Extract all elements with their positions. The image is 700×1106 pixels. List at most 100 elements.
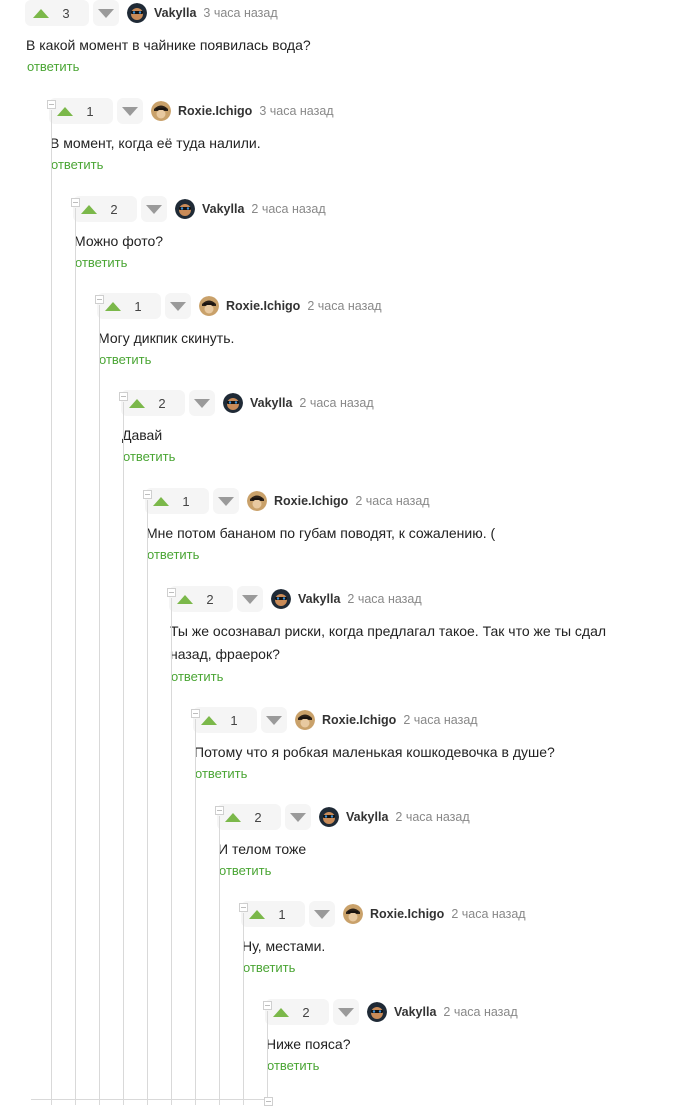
reply-link[interactable]: ответить [51, 157, 103, 172]
author-name[interactable]: Vakylla [154, 6, 196, 20]
author-name[interactable]: Vakylla [298, 592, 340, 606]
comment-meta: 2 Vakylla 2 часа назад [217, 804, 470, 830]
avatar[interactable] [175, 199, 195, 219]
author-name[interactable]: Roxie.Ichigo [274, 494, 348, 508]
downvote-button[interactable] [309, 901, 335, 927]
upvote-icon[interactable] [57, 106, 73, 116]
comment-meta: 1 Roxie.Ichigo 2 часа назад [241, 901, 526, 927]
author-name[interactable]: Roxie.Ichigo [226, 299, 300, 313]
reply-link[interactable]: ответить [123, 449, 175, 464]
collapse-toggle-icon[interactable] [167, 588, 176, 597]
thread-line [31, 1099, 265, 1100]
score: 1 [278, 906, 286, 922]
reply-link[interactable]: ответить [147, 547, 199, 562]
author-name[interactable]: Roxie.Ichigo [178, 104, 252, 118]
comment-meta: 2 Vakylla 2 часа назад [169, 586, 422, 612]
vote-box: 1 [241, 901, 305, 927]
upvote-icon[interactable] [273, 1007, 289, 1017]
author-name[interactable]: Vakylla [394, 1005, 436, 1019]
reply-link[interactable]: ответить [267, 1058, 319, 1073]
downvote-button[interactable] [93, 0, 119, 26]
timestamp: 2 часа назад [451, 907, 526, 921]
avatar[interactable] [127, 3, 147, 23]
downvote-icon [290, 812, 306, 822]
collapse-toggle-icon[interactable] [119, 392, 128, 401]
avatar[interactable] [151, 101, 171, 121]
collapse-toggle-icon[interactable] [95, 295, 104, 304]
upvote-icon[interactable] [33, 8, 49, 18]
comment-text: Ну, местами. [242, 938, 326, 954]
downvote-button[interactable] [117, 98, 143, 124]
score: 1 [134, 298, 142, 314]
downvote-button[interactable] [237, 586, 263, 612]
reply-link[interactable]: ответить [195, 766, 247, 781]
downvote-button[interactable] [285, 804, 311, 830]
score: 1 [86, 103, 94, 119]
avatar[interactable] [295, 710, 315, 730]
reply-link[interactable]: ответить [75, 255, 127, 270]
timestamp: 3 часа назад [259, 104, 334, 118]
avatar[interactable] [343, 904, 363, 924]
downvote-button[interactable] [189, 390, 215, 416]
avatar[interactable] [223, 393, 243, 413]
upvote-icon[interactable] [201, 715, 217, 725]
comment-meta: 1 Roxie.Ichigo 2 часа назад [97, 293, 382, 319]
timestamp: 2 часа назад [299, 396, 374, 410]
comment-meta: 2 Vakylla 2 часа назад [121, 390, 374, 416]
thread-line [171, 598, 172, 1105]
timestamp: 2 часа назад [395, 810, 470, 824]
reply-link[interactable]: ответить [27, 59, 79, 74]
author-name[interactable]: Vakylla [346, 810, 388, 824]
avatar[interactable] [271, 589, 291, 609]
vote-box: 2 [169, 586, 233, 612]
reply-link[interactable]: ответить [171, 669, 223, 684]
timestamp: 2 часа назад [403, 713, 478, 727]
author-name[interactable]: Roxie.Ichigo [370, 907, 444, 921]
downvote-icon [266, 715, 282, 725]
downvote-button[interactable] [141, 196, 167, 222]
vote-box: 2 [121, 390, 185, 416]
collapse-toggle-icon[interactable] [47, 100, 56, 109]
timestamp: 3 часа назад [203, 6, 278, 20]
upvote-icon[interactable] [225, 812, 241, 822]
collapse-toggle-icon[interactable] [263, 1001, 272, 1010]
downvote-icon [146, 204, 162, 214]
upvote-icon[interactable] [129, 398, 145, 408]
downvote-button[interactable] [165, 293, 191, 319]
reply-link[interactable]: ответить [99, 352, 151, 367]
thread-line [219, 816, 220, 1105]
collapse-toggle-icon[interactable] [191, 709, 200, 718]
vote-box: 1 [97, 293, 161, 319]
comment-text: В момент, когда её туда налили. [50, 135, 261, 151]
vote-box: 1 [49, 98, 113, 124]
collapse-toggle-icon[interactable] [143, 490, 152, 499]
comment-meta: 2 Vakylla 2 часа назад [73, 196, 326, 222]
thread-line [243, 913, 244, 1105]
collapse-toggle-icon[interactable] [215, 806, 224, 815]
reply-link[interactable]: ответить [219, 863, 271, 878]
avatar[interactable] [319, 807, 339, 827]
author-name[interactable]: Vakylla [202, 202, 244, 216]
upvote-icon[interactable] [249, 909, 265, 919]
thread-line [75, 208, 76, 1105]
collapse-toggle-icon[interactable] [71, 198, 80, 207]
reply-link[interactable]: ответить [243, 960, 295, 975]
avatar[interactable] [247, 491, 267, 511]
downvote-button[interactable] [213, 488, 239, 514]
avatar[interactable] [367, 1002, 387, 1022]
vote-box: 1 [145, 488, 209, 514]
author-name[interactable]: Vakylla [250, 396, 292, 410]
author-name[interactable]: Roxie.Ichigo [322, 713, 396, 727]
comment-meta: 1 Roxie.Ichigo 2 часа назад [145, 488, 430, 514]
avatar[interactable] [199, 296, 219, 316]
comment-meta: 2 Vakylla 2 часа назад [265, 999, 518, 1025]
upvote-icon[interactable] [81, 204, 97, 214]
upvote-icon[interactable] [105, 301, 121, 311]
thread-line [267, 1011, 268, 1105]
downvote-button[interactable] [333, 999, 359, 1025]
upvote-icon[interactable] [153, 496, 169, 506]
collapse-toggle-icon[interactable] [239, 903, 248, 912]
upvote-icon[interactable] [177, 594, 193, 604]
timestamp: 2 часа назад [347, 592, 422, 606]
downvote-button[interactable] [261, 707, 287, 733]
